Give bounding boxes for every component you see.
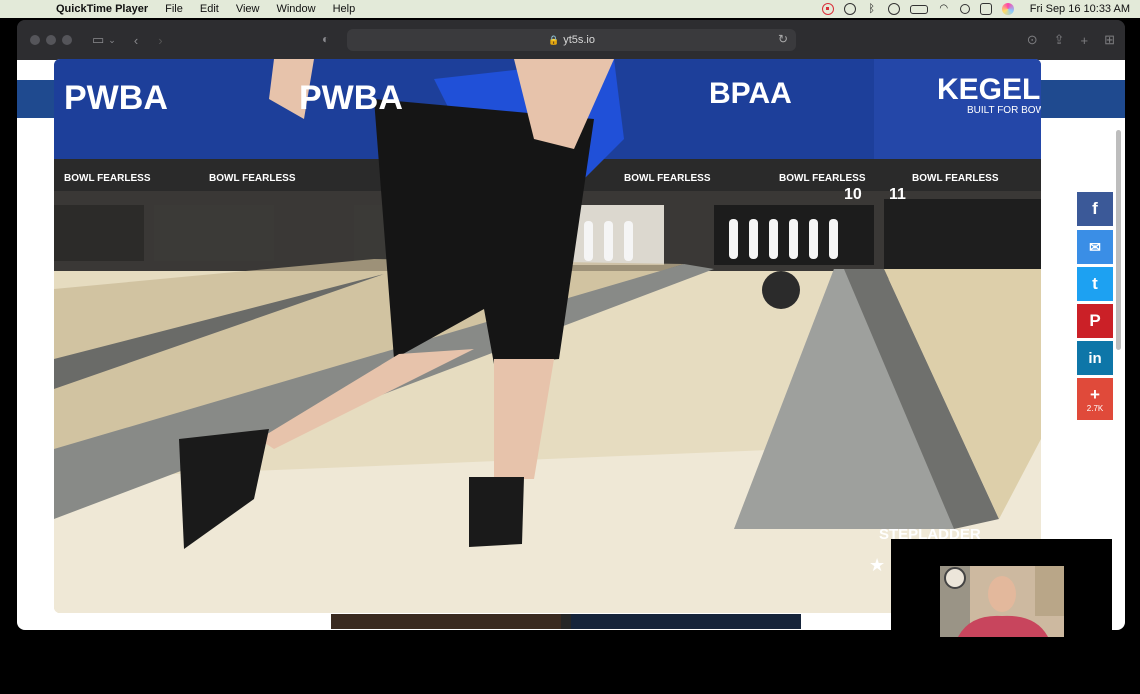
bowling-ball [762, 271, 800, 309]
share-twitter-button[interactable]: t [1077, 267, 1113, 301]
address-bar[interactable]: 🔒 yt5s.io ↻ [347, 29, 796, 51]
window-controls [30, 35, 78, 45]
banner-text-2: PWBA [299, 79, 403, 117]
video-player[interactable]: PWBA PWBA BPAA KEGEL BUILT FOR BOWL BOWL… [54, 59, 1041, 613]
share-linkedin-button[interactable]: in [1077, 341, 1113, 375]
screen-share-icon[interactable] [843, 3, 856, 15]
messenger-icon: ✉ [1089, 238, 1101, 255]
banner-text-3: BPAA [709, 77, 792, 110]
wifi-icon[interactable]: ◠ [938, 3, 950, 15]
menubar-clock[interactable]: Fri Sep 16 10:33 AM [1030, 3, 1130, 15]
battery-icon[interactable] [909, 4, 928, 14]
menu-file[interactable]: File [165, 3, 183, 15]
record-icon[interactable] [821, 3, 834, 15]
menu-help[interactable]: Help [333, 3, 356, 15]
sidebar-toggle-icon[interactable]: ▭ [92, 32, 104, 48]
forward-button[interactable]: › [158, 33, 162, 48]
menu-view[interactable]: View [236, 3, 260, 15]
macos-menubar: QuickTime Player File Edit View Window H… [0, 0, 1140, 18]
thumbnail-1[interactable] [331, 614, 561, 629]
share-facebook-button[interactable]: f [1077, 192, 1113, 226]
star-icon: ★ [869, 555, 885, 575]
tab-overview-icon[interactable]: ⊞ [1104, 32, 1115, 48]
lock-icon: 🔒 [547, 34, 560, 45]
share-pinterest-button[interactable]: P [1077, 304, 1113, 338]
new-tab-icon[interactable]: + [1081, 33, 1089, 48]
fearless-text-3: BOWL FEARLESS [624, 173, 711, 184]
share-icon[interactable]: ⇪ [1054, 32, 1065, 48]
menu-edit[interactable]: Edit [200, 3, 219, 15]
download-icon[interactable]: ⊙ [1027, 32, 1038, 48]
control-center-icon[interactable] [979, 3, 992, 15]
banner-text-1: PWBA [64, 79, 168, 117]
webcam-video[interactable] [940, 566, 1064, 637]
page-thumbnail-strip [331, 614, 801, 629]
video-frame: PWBA PWBA BPAA KEGEL BUILT FOR BOWL BOWL… [54, 59, 1041, 613]
siri-icon[interactable] [1001, 3, 1014, 15]
privacy-shield-icon[interactable]: ◐ [322, 32, 329, 46]
webcam-frame [940, 566, 1064, 637]
lane-number-10: 10 [844, 186, 862, 203]
toolbar-right: ⊙ ⇪ + ⊞ [1011, 20, 1115, 60]
url-text: yt5s.io [563, 34, 595, 46]
share-count: 2.7K [1086, 404, 1104, 413]
banner-text-4: KEGEL [937, 73, 1040, 106]
page-scrollbar[interactable] [1116, 130, 1121, 350]
thumbnail-2[interactable] [571, 614, 801, 629]
spotlight-icon[interactable] [959, 4, 970, 14]
fearless-text-2: BOWL FEARLESS [209, 173, 296, 184]
right-shoe [469, 477, 524, 547]
lane-number-11: 11 [889, 186, 906, 203]
minimize-window-button[interactable] [46, 35, 56, 45]
media-icon[interactable] [887, 3, 900, 15]
bluetooth-icon[interactable]: ᛒ [866, 3, 878, 15]
menu-window[interactable]: Window [276, 3, 315, 15]
banner-sub: BUILT FOR BOWL [967, 105, 1041, 116]
fearless-text-5: BOWL FEARLESS [912, 173, 999, 184]
fearless-text-4: BOWL FEARLESS [779, 173, 866, 184]
browser-toolbar: ▭ ⌄ ‹ › ◐ 🔒 yt5s.io ↻ ⊙ ⇪ + ⊞ [17, 20, 1125, 60]
chevron-down-icon[interactable]: ⌄ [108, 35, 116, 46]
back-button[interactable]: ‹ [134, 33, 138, 48]
share-more-button[interactable]: +2.7K [1077, 378, 1113, 420]
reload-icon[interactable]: ↻ [778, 32, 788, 46]
fearless-text-1: BOWL FEARLESS [64, 173, 151, 184]
app-menu[interactable]: QuickTime Player [56, 3, 148, 15]
zoom-window-button[interactable] [62, 35, 72, 45]
close-window-button[interactable] [30, 35, 40, 45]
share-messenger-button[interactable]: ✉ [1077, 230, 1113, 264]
